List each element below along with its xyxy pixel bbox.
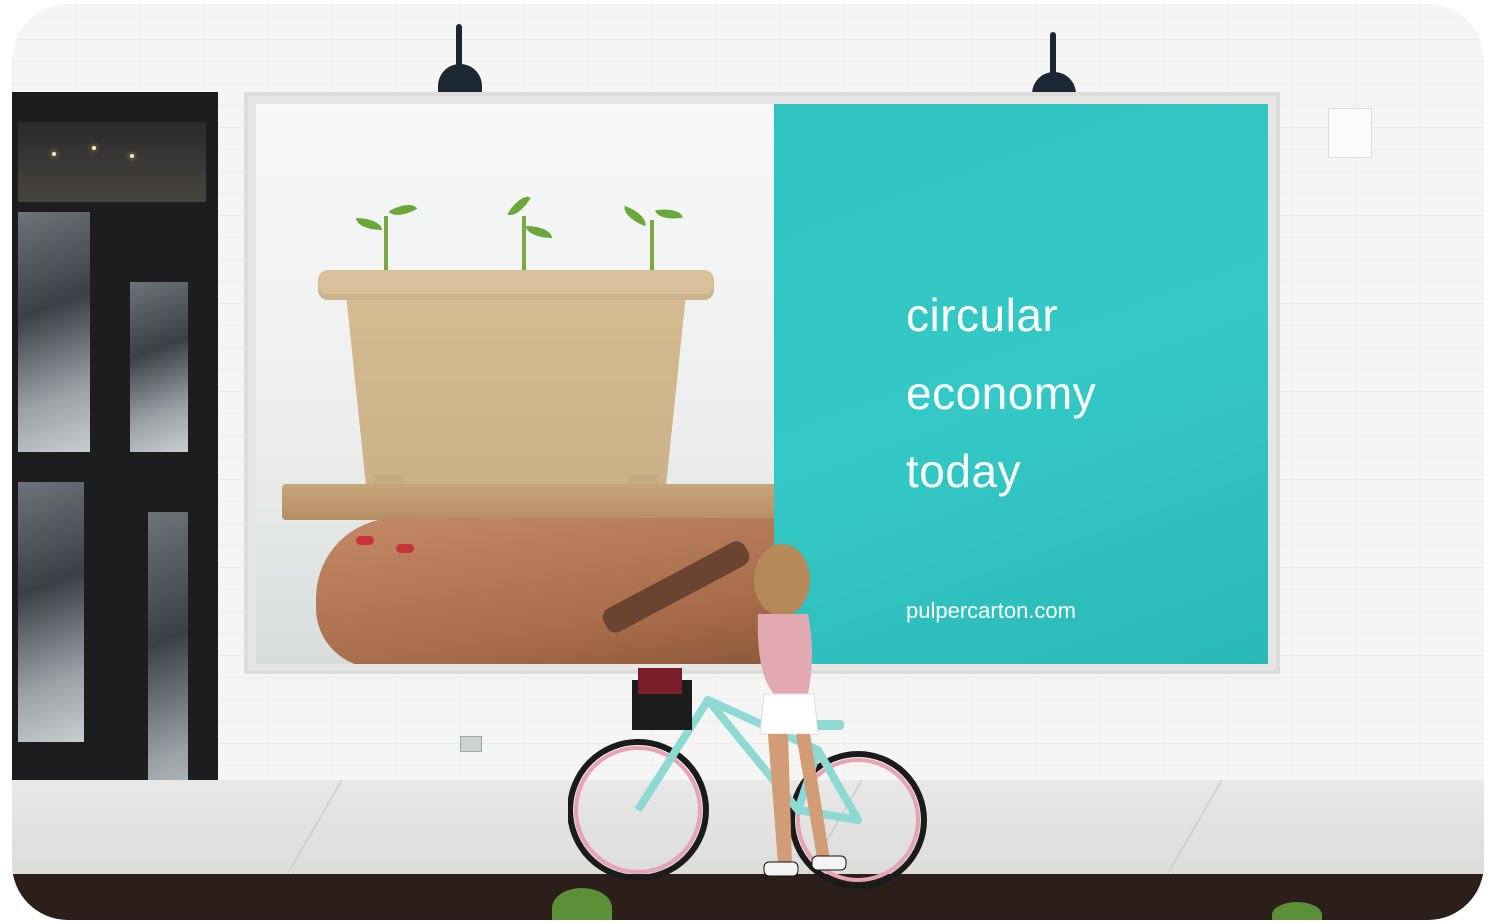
door-transom [18, 122, 206, 202]
fingernail [396, 544, 414, 553]
leaf [620, 205, 650, 227]
leaf [526, 226, 552, 238]
sneaker [811, 855, 847, 871]
billboard-headline: circular economy today [906, 276, 1096, 510]
woman [754, 544, 847, 877]
headline-line-1: circular [906, 289, 1059, 341]
basket-contents [638, 668, 682, 694]
wooden-board [282, 484, 774, 520]
hand [316, 518, 774, 664]
pink-top [757, 614, 812, 694]
billboard-website: pulpercarton.com [906, 598, 1076, 623]
sneaker [763, 861, 799, 877]
string-light [92, 146, 96, 150]
wall-lamp-left [438, 24, 482, 104]
wall-outlet [460, 736, 482, 752]
leaf [356, 218, 382, 230]
headline-line-2: economy [906, 367, 1097, 419]
pulp-pot-body [346, 294, 686, 490]
hair [754, 544, 810, 616]
wall-switch-plate [1328, 108, 1372, 158]
door-glass-pane [18, 482, 84, 742]
seedling-stem [650, 220, 654, 276]
pulp-pot-rim [318, 270, 714, 300]
door-glass-pane [18, 212, 90, 452]
seedling-stem [522, 216, 526, 276]
leaf [507, 191, 531, 221]
billboard-photo [256, 104, 774, 664]
leaf [388, 198, 418, 222]
billboard-teal-panel: circular economy today pulpercarton.com [774, 104, 1268, 664]
white-shorts [759, 693, 819, 735]
string-light [52, 152, 56, 156]
photo-frame: circular economy today pulpercarton.com [12, 4, 1484, 920]
headline-line-3: today [906, 445, 1022, 497]
fingernail [356, 536, 374, 545]
shop-doorway [12, 92, 218, 832]
seedling-stem [384, 216, 388, 276]
door-glass-pane [130, 282, 188, 452]
string-light [130, 154, 134, 158]
leaf [655, 205, 683, 223]
legs [768, 734, 830, 864]
